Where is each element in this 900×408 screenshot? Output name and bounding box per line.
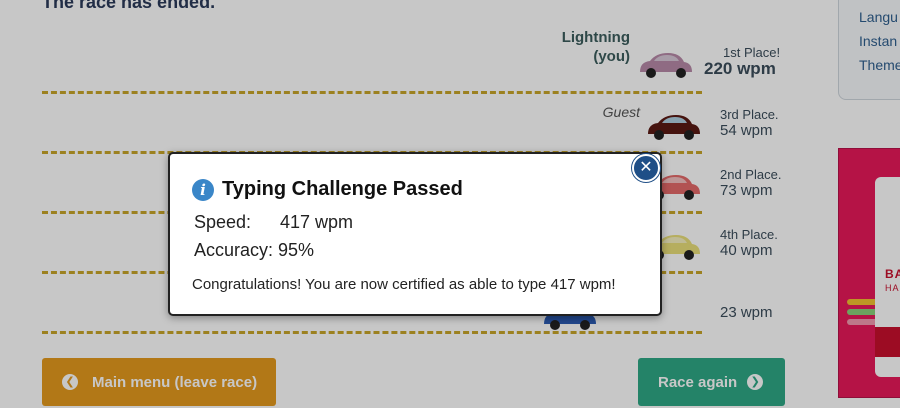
dialog-title: Typing Challenge Passed: [222, 178, 463, 200]
accuracy-value: 95%: [278, 240, 315, 260]
accuracy-label: Accuracy:: [194, 240, 274, 260]
speed-value: 417 wpm: [280, 212, 354, 232]
close-icon[interactable]: ✕: [632, 154, 660, 182]
challenge-dialog: ✕ i Typing Challenge Passed Speed: 417 w…: [168, 152, 662, 316]
speed-row: Speed: 417 wpm: [194, 212, 353, 233]
accuracy-row: Accuracy: 95%: [194, 240, 314, 261]
info-icon: i: [192, 178, 214, 201]
dialog-header: i Typing Challenge Passed: [192, 178, 463, 201]
congratulations-message: Congratulations! You are now certified a…: [192, 276, 616, 293]
speed-label: Speed:: [194, 212, 252, 232]
